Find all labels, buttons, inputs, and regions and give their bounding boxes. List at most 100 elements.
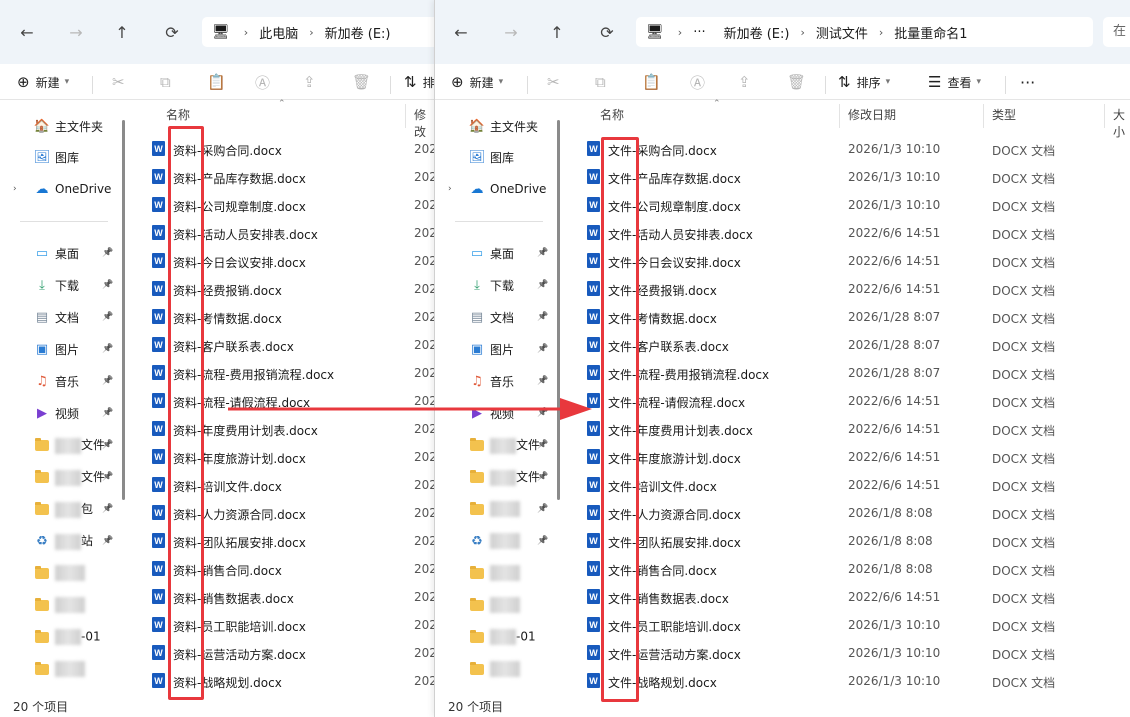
sidebar-item[interactable]: › ☁ OneDrive <box>435 176 555 202</box>
delete-button[interactable]: 🗑 <box>352 70 377 94</box>
column-header-modified[interactable]: 修改日期 <box>848 106 896 123</box>
chevron-right-icon[interactable]: › <box>448 184 452 194</box>
sidebar-item[interactable]: ♻ 站 📌 <box>0 528 120 554</box>
paste-button[interactable]: 📋 <box>207 70 232 94</box>
share-button[interactable]: ⇪ <box>738 70 757 94</box>
sidebar-item[interactable]: ▭ 桌面 📌 <box>0 240 120 266</box>
sort-button[interactable]: ⇅ 排 <box>404 70 434 94</box>
column-divider[interactable] <box>983 104 984 128</box>
file-row[interactable]: W 文件-客户联系表.docx 2026/1/28 8:07 DOCX 文档 <box>566 331 1130 359</box>
search-input[interactable]: 在 <box>1103 17 1130 47</box>
file-row[interactable]: W 资料-年度旅游计划.docx 202 <box>131 443 434 471</box>
pin-icon[interactable]: 📌 <box>537 472 548 482</box>
file-row[interactable]: W 文件-年度费用计划表.docx 2022/6/6 14:51 DOCX 文档 <box>566 415 1130 443</box>
file-row[interactable]: W 资料-经费报销.docx 202 <box>131 275 434 303</box>
sidebar-item[interactable]: -01 <box>0 624 120 650</box>
file-row[interactable]: W 资料-产品库存数据.docx 202 <box>131 163 434 191</box>
sidebar-scrollbar[interactable] <box>557 120 560 500</box>
rename-button[interactable]: Ⓐ <box>255 70 276 94</box>
sidebar-item[interactable]: ⤓ 下载 📌 <box>435 272 555 298</box>
pin-icon[interactable]: 📌 <box>102 408 113 418</box>
new-button[interactable]: ⊕ 新建 ▾ <box>17 70 69 94</box>
cut-button[interactable]: ✂ <box>547 70 566 94</box>
column-header-type[interactable]: 类型 <box>992 106 1016 123</box>
sidebar-item[interactable]: ▣ 图片 📌 <box>0 336 120 362</box>
sidebar-item[interactable]: ▤ 文档 📌 <box>0 304 120 330</box>
refresh-button[interactable]: ⟳ <box>160 20 184 44</box>
pin-icon[interactable]: 📌 <box>537 280 548 290</box>
file-row[interactable]: W 资料-战略规划.docx 202 <box>131 667 434 695</box>
file-row[interactable]: W 文件-产品库存数据.docx 2026/1/3 10:10 DOCX 文档 <box>566 163 1130 191</box>
pin-icon[interactable]: 📌 <box>102 344 113 354</box>
file-row[interactable]: W 文件-年度旅游计划.docx 2022/6/6 14:51 DOCX 文档 <box>566 443 1130 471</box>
breadcrumb-drive[interactable]: 新加卷 (E:) <box>724 23 790 42</box>
column-header-name[interactable]: 名称 <box>600 106 624 123</box>
sidebar-item[interactable] <box>435 560 555 586</box>
pin-icon[interactable]: 📌 <box>102 248 113 258</box>
refresh-button[interactable]: ⟳ <box>595 20 619 44</box>
sidebar-item[interactable]: ♻ 📌 <box>435 528 555 554</box>
copy-button[interactable]: ⧉ <box>595 70 612 94</box>
address-field[interactable]: 🖥 › 此电脑 › 新加卷 (E:) <box>202 17 434 47</box>
column-divider[interactable] <box>405 104 406 128</box>
file-row[interactable]: W 资料-客户联系表.docx 202 <box>131 331 434 359</box>
pin-icon[interactable]: 📌 <box>102 472 113 482</box>
pin-icon[interactable]: 📌 <box>537 312 548 322</box>
more-options-button[interactable]: ··· <box>1020 70 1035 94</box>
sidebar-item[interactable]: ▤ 文档 📌 <box>435 304 555 330</box>
pin-icon[interactable]: 📌 <box>537 504 548 514</box>
breadcrumb-test-folder[interactable]: 测试文件 <box>816 23 868 42</box>
pin-icon[interactable]: 📌 <box>537 344 548 354</box>
sidebar-item[interactable]: 🖼 图库 <box>0 144 120 170</box>
column-divider[interactable] <box>1104 104 1105 128</box>
breadcrumb-drive[interactable]: 新加卷 (E:) <box>325 23 391 42</box>
sidebar-item[interactable]: ⤓ 下载 📌 <box>0 272 120 298</box>
pin-icon[interactable]: 📌 <box>102 504 113 514</box>
sidebar-item[interactable]: ▶ 视频 📌 <box>435 400 555 426</box>
pin-icon[interactable]: 📌 <box>102 312 113 322</box>
sidebar-item[interactable]: 文件 📌 <box>0 432 120 458</box>
sidebar-item[interactable] <box>0 560 120 586</box>
sort-button[interactable]: ⇅ 排序 ▾ <box>838 70 890 94</box>
sidebar-item[interactable]: ♫ 音乐 📌 <box>0 368 120 394</box>
copy-button[interactable]: ⧉ <box>160 70 177 94</box>
sidebar-item[interactable] <box>0 656 120 682</box>
file-row[interactable]: W 资料-流程-费用报销流程.docx 202 <box>131 359 434 387</box>
breadcrumb-rename-folder[interactable]: 批量重命名1 <box>894 23 967 42</box>
file-row[interactable]: W 文件-活动人员安排表.docx 2022/6/6 14:51 DOCX 文档 <box>566 219 1130 247</box>
sidebar-item[interactable]: ♫ 音乐 📌 <box>435 368 555 394</box>
new-button[interactable]: ⊕ 新建 ▾ <box>451 70 503 94</box>
back-button[interactable]: ← <box>449 20 473 44</box>
pin-icon[interactable]: 📌 <box>102 280 113 290</box>
sidebar-item[interactable]: 文件 📌 <box>435 432 555 458</box>
file-row[interactable]: W 资料-员工职能培训.docx 202 <box>131 611 434 639</box>
file-row[interactable]: W 资料-运营活动方案.docx 202 <box>131 639 434 667</box>
file-row[interactable]: W 文件-流程-费用报销流程.docx 2026/1/28 8:07 DOCX 文档 <box>566 359 1130 387</box>
sidebar-item[interactable]: 🏠 主文件夹 <box>0 113 120 139</box>
up-button[interactable]: ↑ <box>110 20 134 44</box>
column-divider[interactable] <box>839 104 840 128</box>
up-button[interactable]: ↑ <box>545 20 569 44</box>
pin-icon[interactable]: 📌 <box>537 376 548 386</box>
forward-button[interactable]: → <box>64 20 88 44</box>
file-row[interactable]: W 资料-人力资源合同.docx 202 <box>131 499 434 527</box>
file-row[interactable]: W 文件-人力资源合同.docx 2026/1/8 8:08 DOCX 文档 <box>566 499 1130 527</box>
file-row[interactable]: W 文件-销售数据表.docx 2022/6/6 14:51 DOCX 文档 <box>566 583 1130 611</box>
file-row[interactable]: W 资料-团队拓展安排.docx 202 <box>131 527 434 555</box>
file-row[interactable]: W 文件-团队拓展安排.docx 2026/1/8 8:08 DOCX 文档 <box>566 527 1130 555</box>
pin-icon[interactable]: 📌 <box>102 440 113 450</box>
file-row[interactable]: W 资料-采购合同.docx 202 <box>131 135 434 163</box>
delete-button[interactable]: 🗑 <box>787 70 812 94</box>
pin-icon[interactable]: 📌 <box>102 376 113 386</box>
address-field[interactable]: 🖥 › ··· 新加卷 (E:) › 测试文件 › 批量重命名1 <box>636 17 1093 47</box>
sidebar-item[interactable]: ▭ 桌面 📌 <box>435 240 555 266</box>
sidebar-item[interactable]: 🏠 主文件夹 <box>435 113 555 139</box>
sidebar-item[interactable]: ▶ 视频 📌 <box>0 400 120 426</box>
file-row[interactable]: W 资料-公司规章制度.docx 202 <box>131 191 434 219</box>
sidebar-item[interactable] <box>0 592 120 618</box>
pin-icon[interactable]: 📌 <box>537 248 548 258</box>
column-header-name[interactable]: 名称 <box>166 106 190 123</box>
sidebar-item[interactable]: 📌 <box>435 496 555 522</box>
file-row[interactable]: W 资料-流程-请假流程.docx 202 <box>131 387 434 415</box>
cut-button[interactable]: ✂ <box>112 70 131 94</box>
